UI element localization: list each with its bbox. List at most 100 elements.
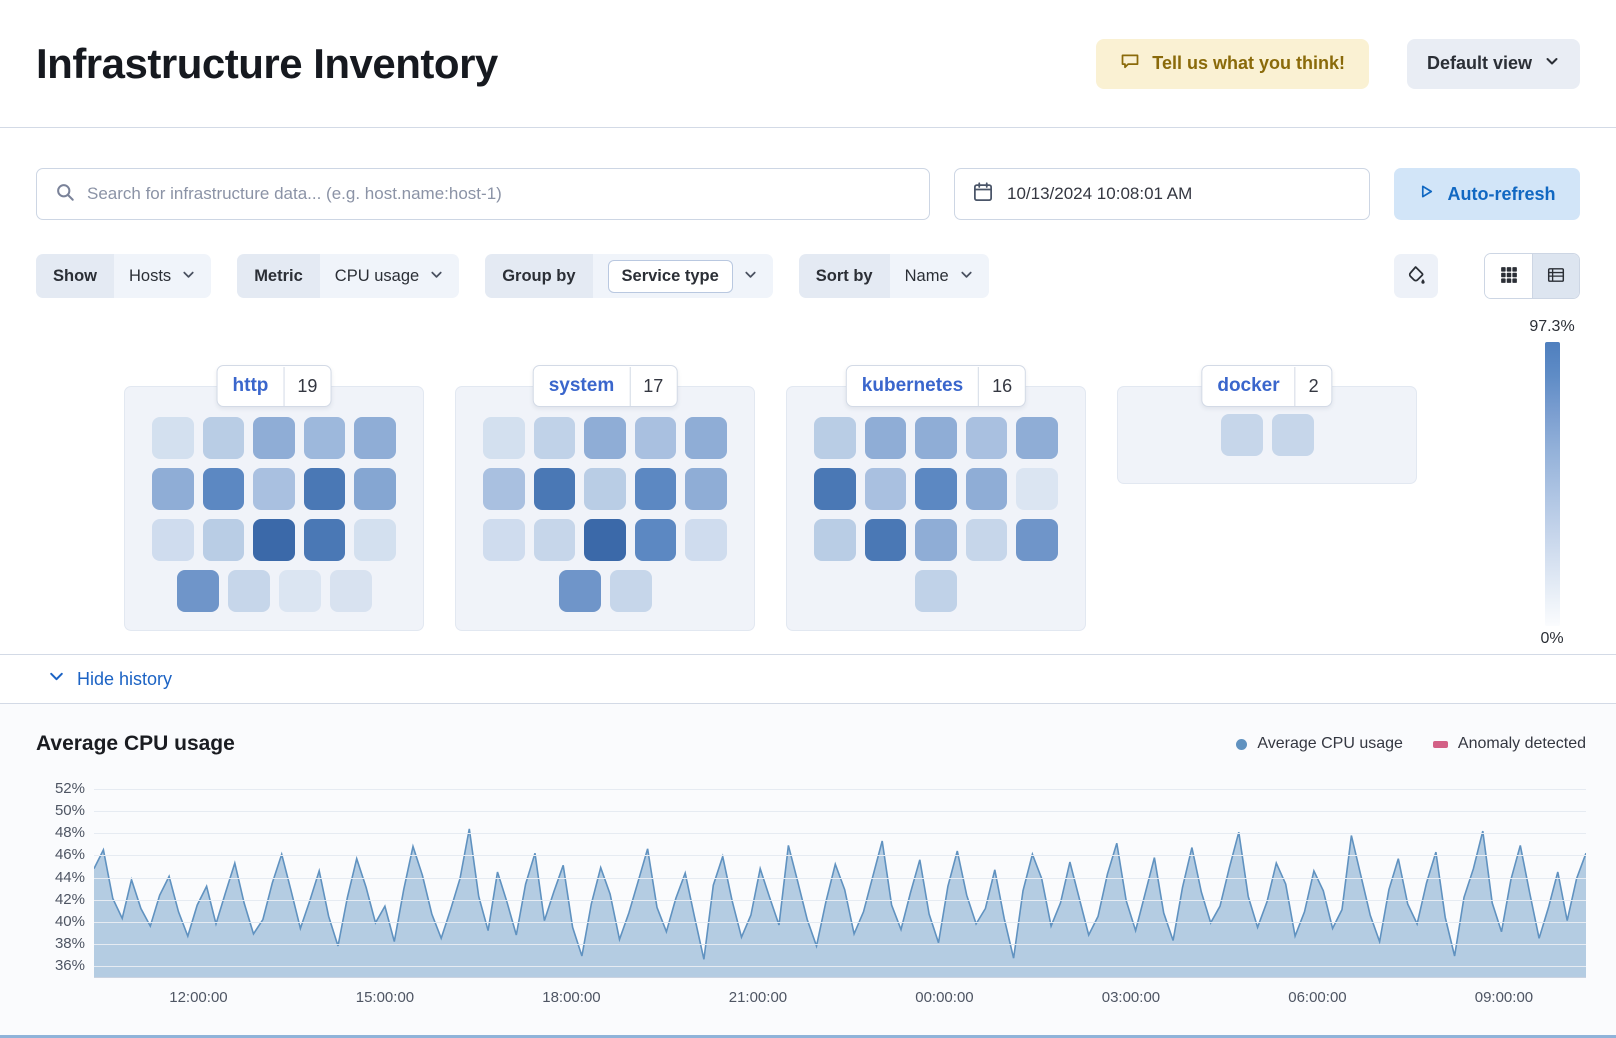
- host-tile[interactable]: [915, 519, 957, 561]
- host-tile[interactable]: [915, 468, 957, 510]
- host-tile[interactable]: [534, 519, 576, 561]
- host-tile[interactable]: [915, 570, 957, 612]
- y-axis-label: 36%: [55, 957, 85, 974]
- host-tile[interactable]: [814, 519, 856, 561]
- host-tile[interactable]: [253, 519, 295, 561]
- history-panel: Average CPU usage Average CPU usage Anoma…: [0, 703, 1616, 1038]
- host-tile[interactable]: [1016, 519, 1058, 561]
- chevron-down-icon: [959, 267, 974, 287]
- feedback-button[interactable]: Tell us what you think!: [1096, 39, 1369, 89]
- host-tile[interactable]: [685, 468, 727, 510]
- host-tile[interactable]: [152, 468, 194, 510]
- host-tile[interactable]: [253, 417, 295, 459]
- legend-item-dot[interactable]: Average CPU usage: [1236, 735, 1403, 753]
- host-tile[interactable]: [635, 468, 677, 510]
- metric-filter-dropdown[interactable]: CPU usage: [320, 254, 459, 298]
- host-tile[interactable]: [152, 417, 194, 459]
- host-tile[interactable]: [584, 468, 626, 510]
- group-badge-http[interactable]: http19: [217, 365, 332, 407]
- show-filter-label: Show: [36, 254, 114, 298]
- host-tile[interactable]: [814, 468, 856, 510]
- host-tile[interactable]: [865, 417, 907, 459]
- chevron-down-icon: [1544, 53, 1560, 74]
- host-tile[interactable]: [966, 519, 1008, 561]
- gridline: [94, 944, 1586, 945]
- tile-grid: [152, 417, 396, 612]
- tile-row: [483, 468, 727, 510]
- tile-grid: [1145, 414, 1389, 456]
- host-tile[interactable]: [915, 417, 957, 459]
- host-tile[interactable]: [483, 468, 525, 510]
- sort-by-filter-dropdown[interactable]: Name: [890, 254, 989, 298]
- view-dropdown-button[interactable]: Default view: [1407, 39, 1580, 89]
- host-tile[interactable]: [354, 417, 396, 459]
- host-tile[interactable]: [685, 417, 727, 459]
- host-tile[interactable]: [559, 570, 601, 612]
- group-name-label: http: [218, 366, 284, 406]
- host-tile[interactable]: [966, 417, 1008, 459]
- host-tile[interactable]: [304, 468, 346, 510]
- host-tile[interactable]: [865, 468, 907, 510]
- host-tile[interactable]: [1016, 417, 1058, 459]
- infrastructure-inventory-page: Infrastructure Inventory Tell us what yo…: [0, 0, 1616, 1038]
- host-tile[interactable]: [177, 570, 219, 612]
- group-badge-docker[interactable]: docker2: [1201, 365, 1332, 407]
- hide-history-button[interactable]: Hide history: [36, 668, 172, 690]
- host-tile[interactable]: [279, 570, 321, 612]
- host-tile[interactable]: [483, 519, 525, 561]
- host-tile[interactable]: [534, 417, 576, 459]
- tile-row: [483, 417, 727, 459]
- chevron-down-icon: [429, 267, 444, 287]
- legend-item-dash[interactable]: Anomaly detected: [1433, 735, 1586, 753]
- host-tile[interactable]: [203, 519, 245, 561]
- host-tile[interactable]: [304, 417, 346, 459]
- tile-row: [814, 468, 1058, 510]
- host-tile[interactable]: [966, 468, 1008, 510]
- list-view-button[interactable]: [1532, 254, 1579, 298]
- grid-view-button[interactable]: [1485, 254, 1532, 298]
- fill-color-button[interactable]: [1394, 254, 1438, 298]
- chart-title: Average CPU usage: [36, 732, 235, 756]
- chart-header: Average CPU usage Average CPU usage Anoma…: [36, 732, 1586, 756]
- search-input[interactable]: [87, 184, 911, 204]
- group-count-label: 17: [629, 367, 676, 406]
- fill-color-icon: [1406, 265, 1426, 288]
- host-tile[interactable]: [814, 417, 856, 459]
- host-tile[interactable]: [1221, 414, 1263, 456]
- host-tile[interactable]: [152, 519, 194, 561]
- host-tile[interactable]: [354, 519, 396, 561]
- host-tile[interactable]: [635, 519, 677, 561]
- host-tile[interactable]: [534, 468, 576, 510]
- group-badge-kubernetes[interactable]: kubernetes16: [846, 365, 1026, 407]
- host-tile[interactable]: [330, 570, 372, 612]
- search-box[interactable]: [36, 168, 930, 220]
- group-badge-system[interactable]: system17: [533, 365, 678, 407]
- host-tile[interactable]: [203, 417, 245, 459]
- host-tile[interactable]: [865, 519, 907, 561]
- host-tile[interactable]: [203, 468, 245, 510]
- metric-filter: Metric CPU usage: [237, 254, 459, 298]
- host-tile[interactable]: [483, 417, 525, 459]
- host-tile[interactable]: [228, 570, 270, 612]
- color-scale-legend: 97.3% 0%: [1526, 318, 1578, 648]
- host-tile[interactable]: [304, 519, 346, 561]
- host-tile[interactable]: [584, 519, 626, 561]
- hide-history-label: Hide history: [77, 669, 172, 690]
- host-tile[interactable]: [635, 417, 677, 459]
- group-by-filter-dropdown[interactable]: Service type: [593, 254, 773, 298]
- host-tile[interactable]: [1272, 414, 1314, 456]
- show-filter-dropdown[interactable]: Hosts: [114, 254, 211, 298]
- auto-refresh-button[interactable]: Auto-refresh: [1394, 168, 1580, 220]
- host-tile[interactable]: [685, 519, 727, 561]
- sort-by-filter: Sort by Name: [799, 254, 989, 298]
- chart-plot-area[interactable]: 52%50%48%46%44%42%40%38%36%12:00:0015:00…: [94, 778, 1586, 978]
- host-tile[interactable]: [584, 417, 626, 459]
- search-icon: [55, 182, 75, 207]
- chevron-down-icon: [48, 668, 65, 690]
- host-tile[interactable]: [1016, 468, 1058, 510]
- host-tile[interactable]: [610, 570, 652, 612]
- date-picker[interactable]: 10/13/2024 10:08:01 AM: [954, 168, 1370, 220]
- host-tile[interactable]: [354, 468, 396, 510]
- tile-grid: [814, 417, 1058, 612]
- host-tile[interactable]: [253, 468, 295, 510]
